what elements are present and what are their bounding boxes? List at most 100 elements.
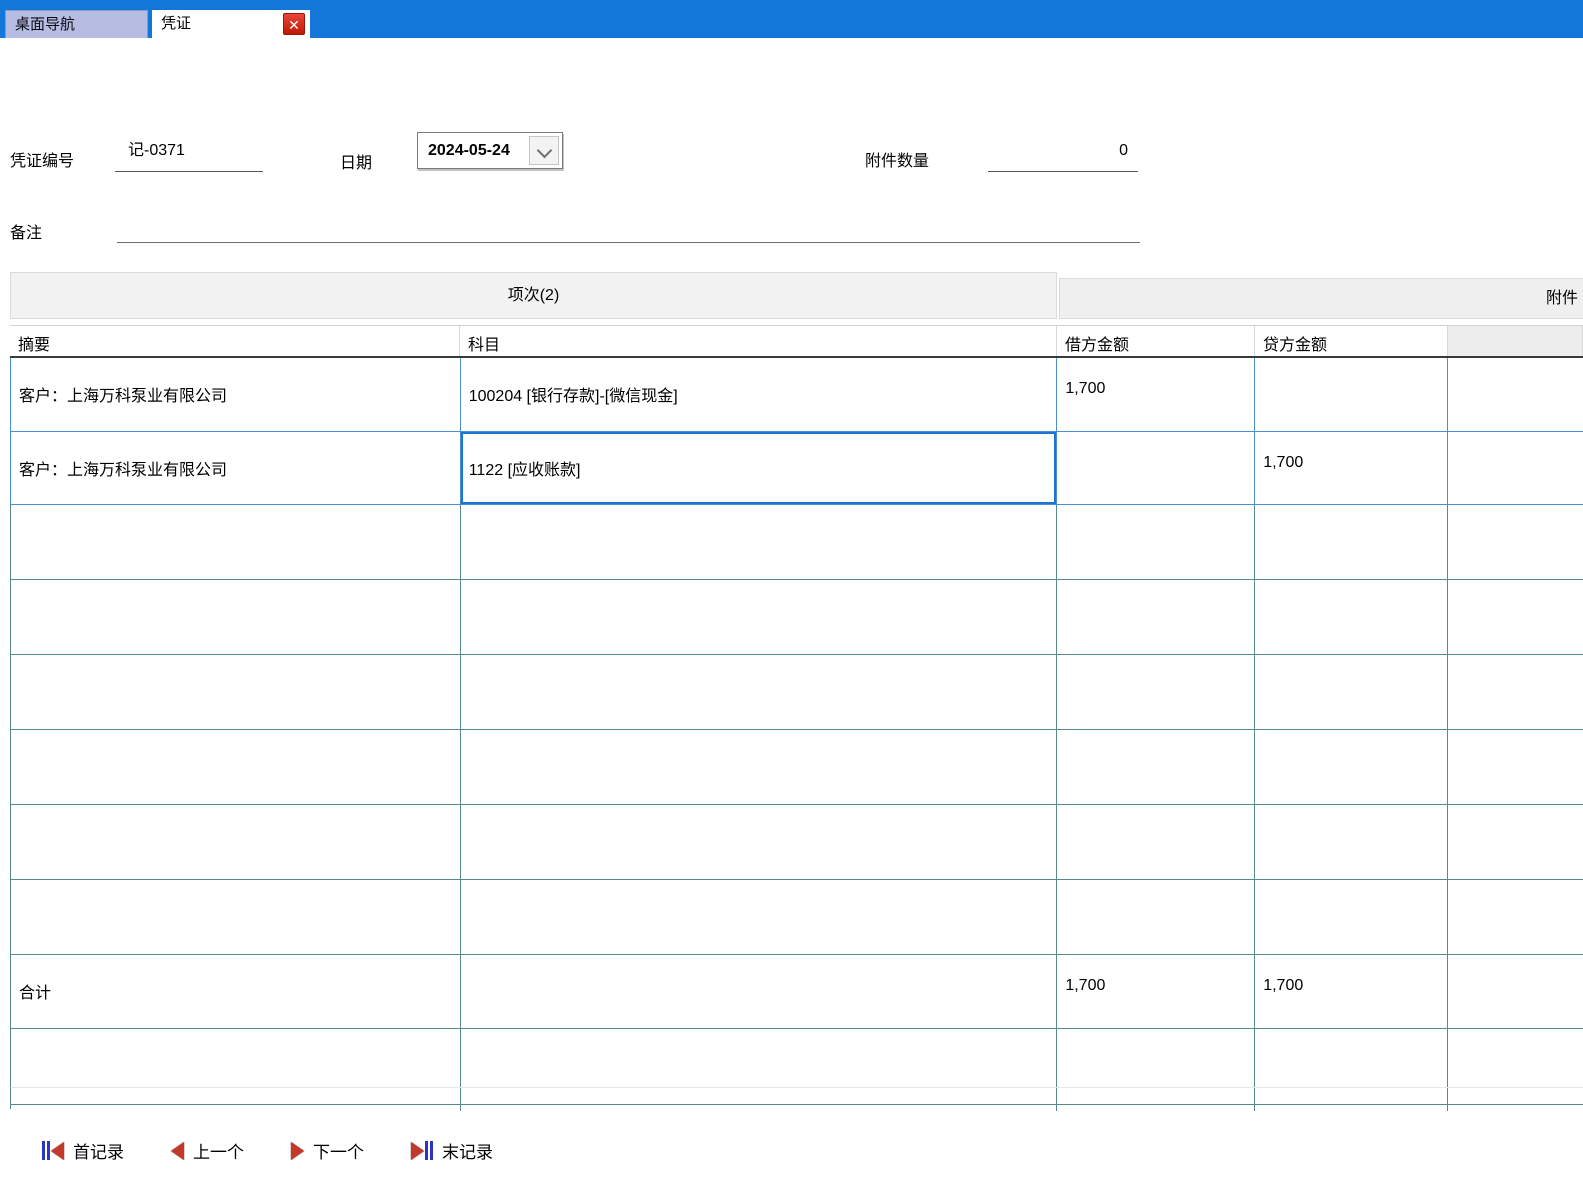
remarks-label: 备注 [10, 225, 43, 242]
attachment-count-field[interactable]: 0 [988, 132, 1138, 172]
total-extra [1448, 955, 1583, 1028]
cell-debit[interactable] [1057, 1088, 1256, 1104]
cell-credit[interactable] [1255, 505, 1449, 579]
table-row-empty [10, 655, 1583, 730]
date-value: 2024-05-24 [428, 142, 510, 159]
remarks-field[interactable] [117, 203, 1140, 243]
col-header-debit: 借方金额 [1057, 326, 1255, 356]
cell-summary [11, 1105, 461, 1111]
cell-summary[interactable] [11, 805, 461, 879]
cell-summary[interactable] [11, 505, 461, 579]
cell-credit[interactable] [1255, 880, 1449, 954]
cell-credit[interactable]: 1,700 [1255, 432, 1449, 504]
section-tab-items[interactable]: 项次(2) [10, 272, 1057, 319]
date-combobox[interactable]: 2024-05-24 [417, 132, 563, 169]
table-row-empty [10, 1029, 1583, 1088]
cell-extra[interactable] [1448, 730, 1583, 804]
cell-debit[interactable] [1057, 730, 1256, 804]
chevron-down-icon[interactable] [529, 136, 559, 165]
tab-desktop-navigation[interactable]: 桌面导航 [5, 10, 148, 38]
cell-debit[interactable] [1057, 805, 1256, 879]
table-row-empty [10, 580, 1583, 655]
cell-account[interactable]: 100204 [银行存款]-[微信现金] [461, 358, 1058, 431]
cell-extra[interactable] [1448, 1088, 1583, 1104]
total-debit: 1,700 [1057, 955, 1256, 1028]
cell-debit[interactable] [1057, 1029, 1256, 1087]
cell-summary[interactable]: 客户：上海万科泵业有限公司 [11, 432, 461, 504]
cell-extra[interactable] [1448, 1029, 1583, 1087]
cell-debit[interactable]: 1,700 [1057, 358, 1256, 431]
cell-credit[interactable] [1255, 358, 1449, 431]
previous-record-label: 上一个 [193, 1143, 244, 1162]
last-record-icon [411, 1141, 433, 1160]
cell-debit[interactable] [1057, 580, 1256, 654]
cell-extra[interactable] [1448, 505, 1583, 579]
first-record-icon [42, 1141, 64, 1160]
cell-summary[interactable] [11, 1029, 461, 1087]
table-row: 客户：上海万科泵业有限公司 100204 [银行存款]-[微信现金] 1,700 [10, 358, 1583, 432]
section-tab-attachments-label: 附件 [1546, 290, 1579, 307]
table-row-empty [10, 730, 1583, 805]
cell-account[interactable] [461, 1088, 1058, 1104]
cell-credit[interactable] [1255, 1088, 1449, 1104]
cell-summary[interactable] [11, 655, 461, 729]
cell-credit[interactable] [1255, 655, 1449, 729]
col-header-credit: 贷方金额 [1255, 326, 1448, 356]
next-record-button[interactable]: 下一个 [291, 1138, 364, 1163]
total-account [461, 955, 1058, 1028]
cell-account-selected[interactable]: 1122 [应收账款] [461, 432, 1058, 504]
cell-debit [1057, 1105, 1256, 1111]
voucher-no-field[interactable]: 记-0371 [115, 132, 263, 172]
cell-account[interactable] [461, 805, 1058, 879]
cell-account[interactable] [461, 505, 1058, 579]
cell-extra[interactable] [1448, 805, 1583, 879]
first-record-button[interactable]: 首记录 [42, 1138, 124, 1163]
previous-record-button[interactable]: 上一个 [171, 1138, 244, 1163]
table-row-empty [10, 1088, 1583, 1105]
col-header-summary: 摘要 [10, 326, 460, 356]
cell-debit[interactable] [1057, 655, 1256, 729]
previous-record-icon [171, 1141, 184, 1160]
table-header-row: 摘要 科目 借方金额 贷方金额 [10, 325, 1583, 358]
section-tab-attachments[interactable]: 附件 [1059, 278, 1583, 319]
cell-account[interactable] [461, 730, 1058, 804]
last-record-button[interactable]: 末记录 [411, 1138, 493, 1163]
cell-account[interactable] [461, 1029, 1058, 1087]
attachment-count-label: 附件数量 [865, 153, 930, 170]
table-row: 客户：上海万科泵业有限公司 1122 [应收账款] 1,700 [10, 432, 1583, 505]
cell-credit [1255, 1105, 1449, 1111]
close-tab-icon[interactable]: ✕ [283, 13, 305, 35]
cell-extra[interactable] [1448, 358, 1583, 431]
cell-summary[interactable] [11, 880, 461, 954]
date-label: 日期 [340, 155, 373, 172]
total-credit: 1,700 [1255, 955, 1449, 1028]
cell-summary[interactable] [11, 580, 461, 654]
cell-credit[interactable] [1255, 580, 1449, 654]
cell-summary[interactable]: 客户：上海万科泵业有限公司 [11, 358, 461, 431]
cell-extra[interactable] [1448, 880, 1583, 954]
cell-debit[interactable] [1057, 880, 1256, 954]
cell-credit[interactable] [1255, 1029, 1449, 1087]
tab-voucher-label: 凭证 [161, 15, 192, 32]
cell-account[interactable] [461, 580, 1058, 654]
cell-debit[interactable] [1057, 505, 1256, 579]
next-record-icon [291, 1141, 304, 1160]
entries-table: 摘要 科目 借方金额 贷方金额 客户：上海万科泵业有限公司 100204 [银行… [10, 325, 1583, 1111]
cell-credit[interactable] [1255, 805, 1449, 879]
table-total-row: 合计 1,700 1,700 [10, 955, 1583, 1029]
cell-debit[interactable] [1057, 432, 1256, 504]
col-header-extra [1448, 326, 1583, 356]
cell-summary[interactable] [11, 730, 461, 804]
section-tab-items-label: 项次(2) [507, 287, 560, 304]
cell-credit[interactable] [1255, 730, 1449, 804]
cell-account[interactable] [461, 880, 1058, 954]
cell-extra[interactable] [1448, 655, 1583, 729]
table-row-empty [10, 805, 1583, 880]
cell-extra[interactable] [1448, 432, 1583, 504]
cell-extra[interactable] [1448, 580, 1583, 654]
table-row-empty [10, 880, 1583, 955]
cell-summary[interactable] [11, 1088, 461, 1104]
titlebar: 桌面导航 凭证 ✕ [0, 0, 1583, 38]
total-label: 合计 [11, 955, 461, 1028]
cell-account[interactable] [461, 655, 1058, 729]
